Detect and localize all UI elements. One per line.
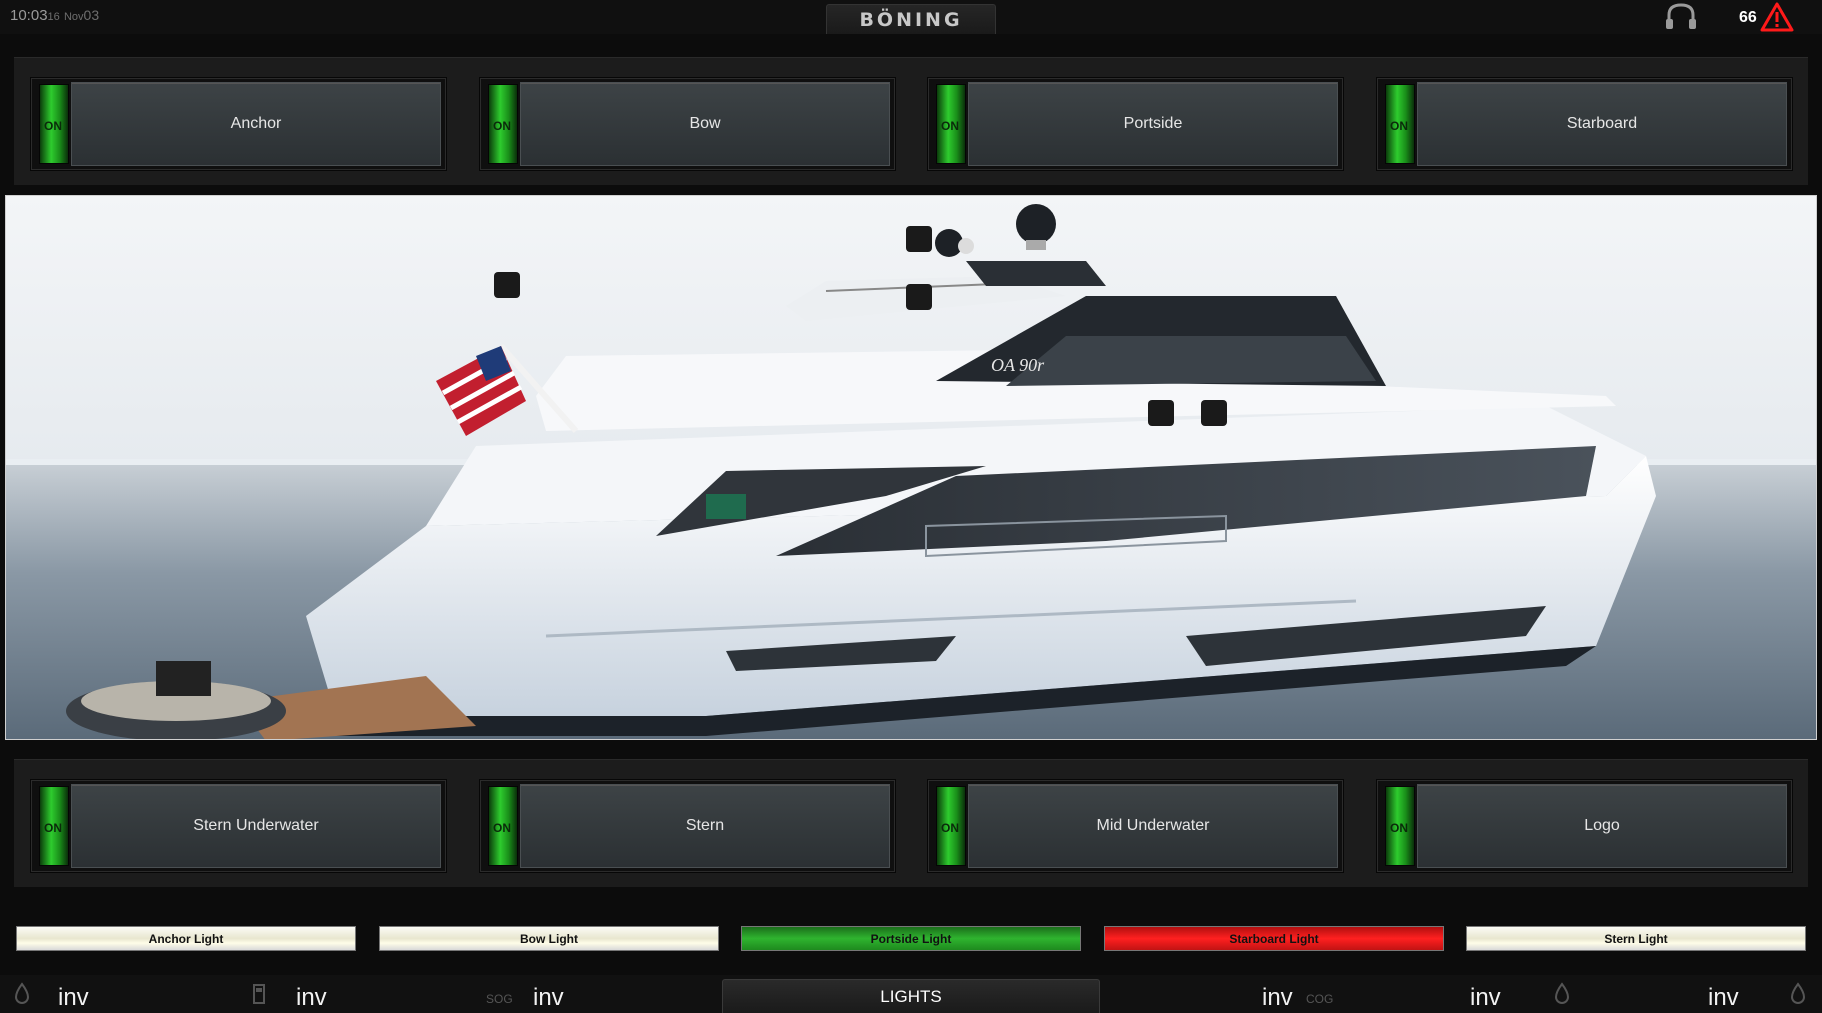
- on-indicator: ON: [488, 84, 518, 164]
- switch-logo[interactable]: ON Logo: [1376, 779, 1793, 873]
- switch-panel-top: ON Anchor ON Bow ON Portside ON Starboar…: [14, 57, 1808, 185]
- cog-label: COG: [1306, 992, 1334, 1006]
- switch-starboard[interactable]: ON Starboard: [1376, 77, 1793, 171]
- brand-logo: BÖNING: [826, 4, 996, 34]
- sog-label: SOG: [486, 992, 513, 1006]
- headset-icon[interactable]: [1664, 3, 1698, 31]
- fuel-pump-icon: [253, 984, 265, 1004]
- tab-lights-label: LIGHTS: [880, 986, 942, 1006]
- on-indicator: ON: [39, 84, 69, 164]
- on-indicator: ON: [936, 84, 966, 164]
- cog-value: inv: [1262, 984, 1293, 1011]
- fuel-drop-icon: [1554, 982, 1570, 1004]
- stern-underwater-button[interactable]: Stern Underwater: [71, 784, 441, 868]
- stern-light-indicator: Stern Light: [1466, 926, 1806, 951]
- model-text: OA 90r: [991, 355, 1045, 375]
- anchor-light-indicator: Anchor Light: [16, 926, 356, 951]
- on-indicator: ON: [488, 786, 518, 866]
- switch-mid-underwater[interactable]: ON Mid Underwater: [927, 779, 1344, 873]
- top-bar: 10:0316 Nov03 BÖNING 66: [0, 0, 1822, 34]
- logo-button[interactable]: Logo: [1417, 784, 1787, 868]
- clock-day: 03: [83, 7, 100, 23]
- brand-text: BÖNING: [859, 9, 963, 31]
- fuel-drop-icon: [1790, 982, 1806, 1004]
- on-indicator: ON: [1385, 786, 1415, 866]
- switch-panel-bottom: ON Stern Underwater ON Stern ON Mid Unde…: [14, 759, 1808, 887]
- stern-button[interactable]: Stern: [520, 784, 890, 868]
- switch-anchor[interactable]: ON Anchor: [30, 77, 447, 171]
- starboard-button[interactable]: Starboard: [1417, 82, 1787, 166]
- switch-stern-underwater[interactable]: ON Stern Underwater: [30, 779, 447, 873]
- status-value-5: inv: [1470, 984, 1501, 1011]
- on-indicator: ON: [1385, 84, 1415, 164]
- anchor-button[interactable]: Anchor: [71, 82, 441, 166]
- starboard-light-indicator: Starboard Light: [1104, 926, 1444, 951]
- yacht-illustration: OA 90r: [6, 196, 1816, 739]
- warning-icon[interactable]: [1760, 2, 1794, 32]
- bow-light-indicator: Bow Light: [379, 926, 719, 951]
- switch-portside[interactable]: ON Portside: [927, 77, 1344, 171]
- switch-bow[interactable]: ON Bow: [479, 77, 896, 171]
- status-value-1: inv: [58, 984, 89, 1011]
- tab-lights[interactable]: LIGHTS: [722, 979, 1100, 1013]
- portside-light-indicator: Portside Light: [741, 926, 1081, 951]
- clock: 10:0316 Nov03: [10, 7, 99, 24]
- fuel-drop-icon: [14, 982, 30, 1004]
- on-indicator: ON: [936, 786, 966, 866]
- portside-button[interactable]: Portside: [968, 82, 1338, 166]
- on-indicator: ON: [39, 786, 69, 866]
- status-value-2: inv: [296, 984, 327, 1011]
- sog-value: inv: [533, 984, 564, 1011]
- clock-seconds: 16: [47, 11, 60, 23]
- clock-month: Nov: [63, 11, 84, 23]
- clock-time: 10:03: [10, 7, 48, 24]
- bow-button[interactable]: Bow: [520, 82, 890, 166]
- yacht-image: OA 90r: [5, 195, 1817, 740]
- mid-underwater-button[interactable]: Mid Underwater: [968, 784, 1338, 868]
- switch-stern[interactable]: ON Stern: [479, 779, 896, 873]
- status-value-6: inv: [1708, 984, 1739, 1011]
- alarm-count[interactable]: 66: [1739, 9, 1757, 27]
